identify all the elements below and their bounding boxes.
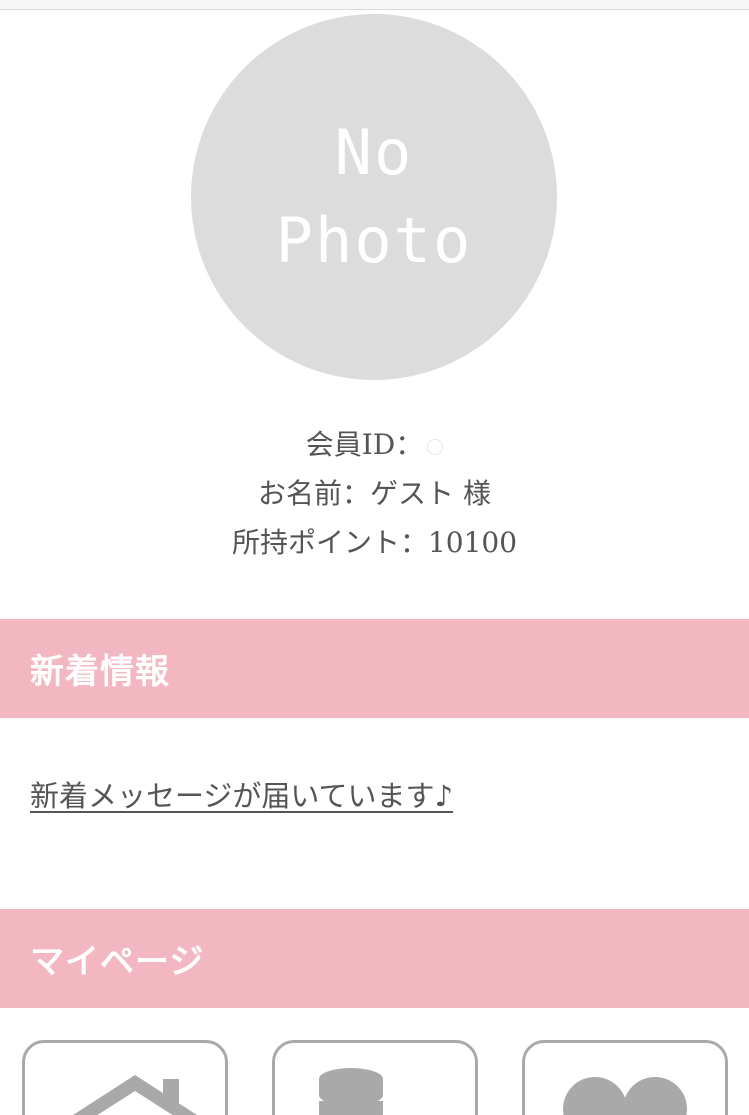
member-info: 会員ID： お名前：ゲスト 様 所持ポイント：10100 xyxy=(0,420,749,567)
new-message-link[interactable]: 新着メッセージが届いています♪ xyxy=(30,773,453,815)
member-id-label: 会員ID： xyxy=(305,428,424,461)
menu-tile-favorites[interactable] xyxy=(522,1040,728,1115)
menu-tile-points[interactable] xyxy=(272,1040,478,1115)
top-divider xyxy=(0,0,749,10)
member-name-row: お名前：ゲスト 様 xyxy=(258,477,491,510)
home-icon xyxy=(73,1075,197,1115)
mypage-section-header: マイページ xyxy=(0,909,749,1008)
mypage-screen: No Photo 会員ID： お名前：ゲスト 様 所持ポイント：10100 新着… xyxy=(0,0,749,1115)
heart-icon xyxy=(563,1077,687,1115)
news-section-header: 新着情報 xyxy=(0,619,749,718)
masked-member-id xyxy=(427,438,444,455)
member-points-row: 所持ポイント：10100 xyxy=(231,526,518,559)
avatar: No Photo xyxy=(191,14,557,380)
news-section-title: 新着情報 xyxy=(30,652,170,692)
mypage-section-title: マイページ xyxy=(30,942,205,982)
member-id-row: 会員ID： xyxy=(0,420,749,469)
menu-tile-home[interactable] xyxy=(22,1040,228,1115)
avatar-text-line-1: No xyxy=(334,116,414,189)
coins-icon xyxy=(319,1068,383,1115)
avatar-text-line-2: Photo xyxy=(275,204,473,277)
